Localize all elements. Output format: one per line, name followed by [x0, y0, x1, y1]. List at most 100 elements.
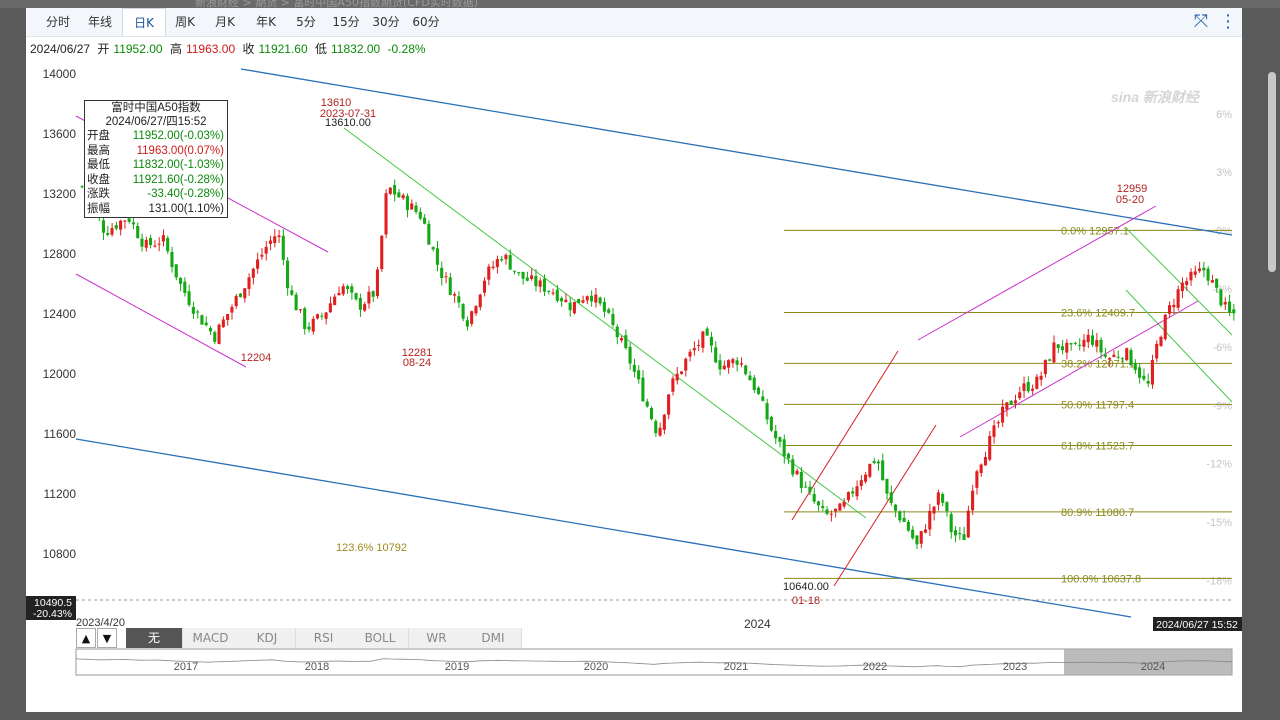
candle-body — [457, 296, 461, 303]
candle-body — [594, 294, 598, 303]
y-tick-label: 12400 — [43, 307, 77, 321]
candle-body — [876, 461, 880, 464]
candle-body — [174, 264, 178, 278]
candle-body — [637, 370, 641, 380]
indicator-1[interactable]: MACD — [182, 628, 240, 648]
candle-body — [534, 276, 538, 287]
candle-body — [928, 510, 932, 530]
candle-body — [808, 486, 812, 493]
indicator-2[interactable]: KDJ — [239, 628, 296, 648]
candle-body — [504, 254, 508, 260]
candle-body — [1189, 271, 1193, 281]
candle-body — [547, 290, 551, 292]
candle-body — [731, 359, 735, 364]
pct-tick-label: -18% — [1206, 575, 1232, 587]
candle-body — [1112, 354, 1116, 357]
candle-body — [923, 529, 928, 533]
candle-body — [161, 235, 165, 242]
scroll-up-button[interactable]: ▲ — [76, 628, 96, 648]
candle-body — [1193, 271, 1197, 275]
candle-body — [1082, 339, 1086, 347]
candle-body — [1065, 342, 1069, 353]
candle-body — [577, 298, 581, 304]
tooltip-row-value: 11832.00(-1.03%) — [132, 159, 224, 172]
indicator-6[interactable]: DMI — [465, 628, 522, 648]
candle-body — [358, 297, 362, 310]
candle-body — [1018, 392, 1022, 399]
tooltip-row-value: 131.00(1.10%) — [148, 202, 224, 215]
candle-body — [286, 260, 290, 289]
candle-body — [393, 185, 397, 195]
rise-channel-line-1 — [791, 350, 899, 521]
candle-body — [354, 293, 358, 300]
candle-body — [885, 479, 889, 494]
pct-tick-label: -9% — [1212, 400, 1232, 412]
tooltip-row-label: 收盘 — [87, 173, 110, 186]
y-tick-label: 13600 — [43, 127, 77, 141]
pct-tick-label: -12% — [1206, 459, 1232, 471]
candle-body — [1013, 400, 1017, 404]
peak-2023-close: 13610.00 — [325, 117, 371, 129]
candle-body — [1005, 402, 1009, 410]
candle-body — [560, 298, 564, 302]
candle-body — [303, 308, 307, 330]
candle-body — [1146, 380, 1150, 384]
candle-body — [893, 504, 898, 511]
candle-body — [166, 237, 170, 252]
candle-body — [435, 248, 439, 265]
candle-body — [829, 513, 833, 515]
candle-body — [988, 436, 992, 460]
candle-body — [1090, 335, 1095, 345]
candle-body — [881, 460, 885, 481]
indicator-3[interactable]: RSI — [295, 628, 353, 648]
candle-body — [722, 365, 726, 370]
candle-body — [217, 324, 221, 345]
candle-body — [1163, 314, 1167, 340]
candle-body — [701, 331, 705, 348]
candle-body — [1176, 289, 1180, 308]
candle-body — [140, 238, 144, 247]
candle-body — [1138, 367, 1142, 378]
candle-body — [911, 529, 915, 539]
candle-body — [380, 235, 384, 270]
candle-body — [641, 377, 645, 402]
navigator-year-label: 2018 — [305, 661, 329, 673]
tooltip-row-label: 最高 — [87, 144, 110, 157]
candle-body — [889, 492, 893, 503]
candle-body — [213, 332, 217, 342]
y-tick-label: 12800 — [43, 247, 77, 261]
page-scrollbar[interactable] — [1268, 72, 1276, 272]
candle-body — [1142, 375, 1146, 380]
candle-body — [149, 237, 153, 246]
candle-body — [705, 328, 709, 336]
candle-body — [1219, 289, 1223, 306]
candle-body — [1120, 358, 1124, 360]
candle-body — [444, 276, 448, 278]
candle-body — [1150, 360, 1154, 385]
indicator-0[interactable]: 无 — [126, 628, 183, 648]
candle-body — [718, 360, 722, 370]
candle-body — [375, 269, 380, 297]
candle-body — [1009, 400, 1013, 405]
candle-body — [915, 535, 919, 545]
tooltip-row-value: -33.40(-0.28%) — [147, 188, 224, 201]
candle-body — [671, 378, 675, 392]
scroll-down-button[interactable]: ▼ — [97, 628, 117, 648]
navigator-year-label: 2017 — [174, 661, 198, 673]
tooltip-row: 最高 11963.00(0.07%) — [85, 144, 227, 159]
candle-body — [461, 304, 465, 319]
candle-body — [1099, 339, 1103, 353]
candle-body — [530, 275, 534, 279]
indicator-4[interactable]: BOLL — [352, 628, 409, 648]
candle-body — [838, 503, 842, 511]
candle-body — [619, 338, 624, 341]
candle-body — [500, 259, 504, 261]
y-tick-label: 11200 — [44, 487, 77, 501]
candle-body — [243, 288, 247, 299]
candle-body — [131, 222, 135, 225]
candle-body — [277, 235, 281, 238]
indicator-5[interactable]: WR — [408, 628, 466, 648]
candle-body — [602, 301, 606, 312]
candle-body — [487, 266, 491, 280]
navigator-year-label: 2024 — [1141, 661, 1165, 673]
